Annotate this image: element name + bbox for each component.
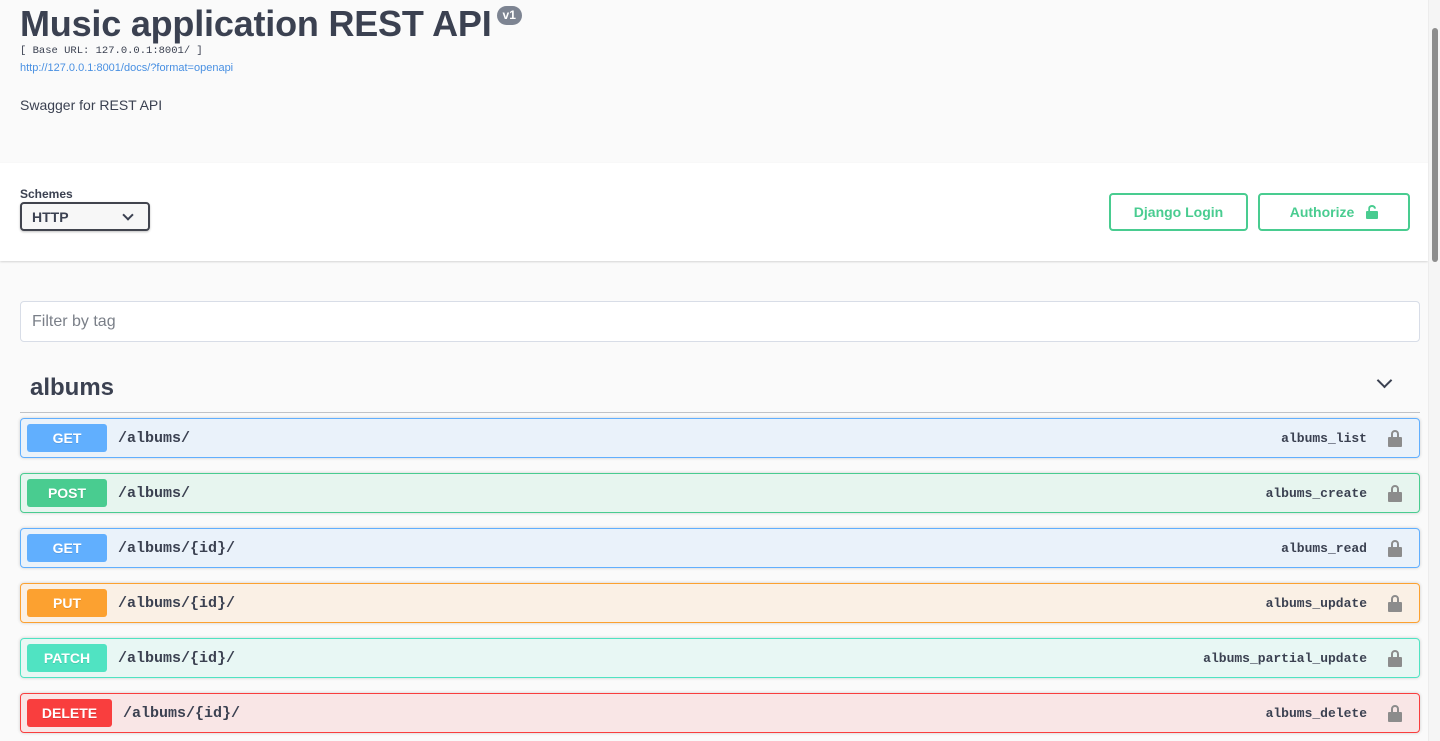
- schemes-select[interactable]: HTTP: [20, 202, 150, 231]
- operation-get-album-by-id[interactable]: GET /albums/{id}/ albums_read: [20, 528, 1420, 568]
- lock-icon[interactable]: [1388, 594, 1402, 612]
- method-badge: GET: [27, 534, 107, 562]
- operation-id: albums_delete: [1265, 705, 1367, 721]
- scheme-container: Schemes HTTP Django Login Authorize: [0, 163, 1428, 261]
- vertical-scrollbar[interactable]: [1428, 0, 1440, 741]
- operation-delete-album[interactable]: DELETE /albums/{id}/ albums_delete: [20, 693, 1420, 733]
- operation-id: albums_list: [1281, 430, 1367, 446]
- operation-id: albums_update: [1265, 595, 1367, 611]
- lock-icon[interactable]: [1388, 484, 1402, 502]
- operation-id: albums_read: [1281, 540, 1367, 556]
- filter-by-tag-input[interactable]: [20, 301, 1420, 342]
- openapi-spec-link[interactable]: http://127.0.0.1:8001/docs/?format=opena…: [20, 62, 233, 74]
- schemes-selected-value: HTTP: [32, 208, 69, 225]
- operation-get-albums[interactable]: GET /albums/ albums_list: [20, 418, 1420, 458]
- operation-path: /albums/{id}/: [118, 539, 236, 557]
- operation-path: /albums/{id}/: [118, 649, 236, 667]
- lock-icon[interactable]: [1388, 704, 1402, 722]
- api-info-header: Music application REST API v1 [ Base URL…: [0, 0, 1428, 163]
- lock-open-icon: [1366, 205, 1379, 219]
- operation-path: /albums/: [118, 484, 191, 502]
- operation-patch-album[interactable]: PATCH /albums/{id}/ albums_partial_updat…: [20, 638, 1420, 678]
- operation-path: /albums/: [118, 429, 191, 447]
- operation-id: albums_create: [1265, 485, 1367, 501]
- method-badge: GET: [27, 424, 107, 452]
- authorize-label: Authorize: [1289, 204, 1355, 220]
- version-badge: v1: [496, 6, 522, 25]
- schemes-label: Schemes: [20, 187, 73, 201]
- title-row: Music application REST API v1: [20, 3, 522, 45]
- method-badge: POST: [27, 479, 107, 507]
- django-login-button[interactable]: Django Login: [1109, 193, 1248, 231]
- operation-id: albums_partial_update: [1203, 650, 1367, 666]
- authorize-button[interactable]: Authorize: [1258, 193, 1410, 231]
- api-description: Swagger for REST API: [20, 97, 163, 113]
- tag-name: albums: [30, 374, 115, 401]
- base-url: [ Base URL: 127.0.0.1:8001/ ]: [20, 45, 203, 57]
- lock-icon[interactable]: [1388, 649, 1402, 667]
- operation-post-albums[interactable]: POST /albums/ albums_create: [20, 473, 1420, 513]
- lock-icon[interactable]: [1388, 429, 1402, 447]
- method-badge: PATCH: [27, 644, 107, 672]
- tag-section-albums[interactable]: albums: [20, 365, 1420, 413]
- scrollbar-thumb[interactable]: [1432, 28, 1438, 262]
- operation-path: /albums/{id}/: [123, 704, 241, 722]
- operation-path: /albums/{id}/: [118, 594, 236, 612]
- chevron-down-icon: [122, 208, 134, 221]
- api-title: Music application REST API: [20, 3, 492, 44]
- lock-icon[interactable]: [1388, 539, 1402, 557]
- operation-put-album[interactable]: PUT /albums/{id}/ albums_update: [20, 583, 1420, 623]
- chevron-down-icon[interactable]: [1376, 372, 1393, 391]
- method-badge: DELETE: [27, 699, 112, 727]
- django-login-label: Django Login: [1133, 204, 1224, 220]
- method-badge: PUT: [27, 589, 107, 617]
